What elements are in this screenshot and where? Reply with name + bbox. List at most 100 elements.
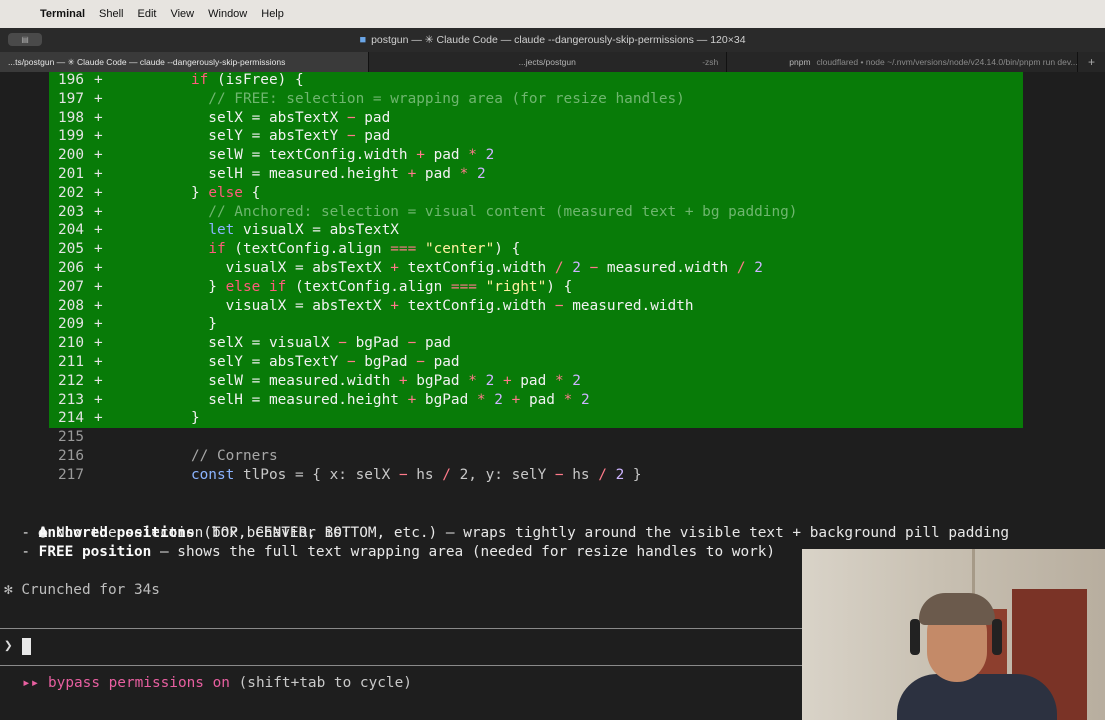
tab-zsh[interactable]: ...jects/postgun -zsh xyxy=(369,52,728,72)
diff-marker: + xyxy=(94,109,103,126)
diff-marker: + xyxy=(94,147,103,164)
window-title: postgun — ✳ Claude Code — claude --dange… xyxy=(371,34,746,46)
line-number: 210 xyxy=(58,335,84,352)
line-number: 200 xyxy=(58,147,84,164)
line-number: 211 xyxy=(58,354,84,370)
message-item: - FREE position — shows the full text wr… xyxy=(4,544,776,560)
diff-marker: + xyxy=(94,297,103,314)
code-text: visualX = absTextX + textConfig.width − … xyxy=(139,297,694,314)
diff-marker: + xyxy=(94,335,103,352)
menu-shell[interactable]: Shell xyxy=(99,8,123,20)
code-text: if (textConfig.align === "center") { xyxy=(208,241,521,258)
tab-process: cloudflared • node ~/.nvm/versions/node/… xyxy=(816,57,1078,67)
new-tab-button[interactable]: + xyxy=(1078,55,1105,69)
line-number: 199 xyxy=(58,128,84,145)
tab-label: ...ts/postgun — ✳ Claude Code — claude -… xyxy=(8,56,286,67)
line-number: 207 xyxy=(58,278,84,295)
diff-marker: + xyxy=(94,410,103,427)
bypass-label: bypass permissions on xyxy=(48,675,230,691)
diff-marker: + xyxy=(94,166,103,182)
tab-label: ...jects/postgun xyxy=(518,57,576,67)
code-text: } xyxy=(139,410,200,427)
tab-claude-code[interactable]: ...ts/postgun — ✳ Claude Code — claude -… xyxy=(0,52,369,72)
diff-marker: + xyxy=(94,222,103,239)
message-item: - Anchored positions (TOP, CENTER, BOTTO… xyxy=(4,525,1010,541)
line-number: 206 xyxy=(58,260,84,276)
code-text: // Corners xyxy=(139,448,278,464)
line-number: 203 xyxy=(58,203,84,220)
diff-marker: + xyxy=(94,90,103,107)
diff-marker: + xyxy=(94,278,103,295)
menu-edit[interactable]: Edit xyxy=(138,8,157,20)
tab-label: pnpm xyxy=(789,57,811,67)
code-text: if (isFree) { xyxy=(190,72,304,88)
headphone-icon xyxy=(992,619,1002,655)
diff-marker: + xyxy=(94,72,103,88)
code-text: let visualX = absTextX xyxy=(208,222,399,239)
line-number: 213 xyxy=(58,391,84,408)
code-text: selH = measured.height + pad * 2 xyxy=(139,166,486,182)
code-text: // FREE: selection = wrapping area (for … xyxy=(139,90,685,107)
line-number: 197 xyxy=(58,90,84,107)
code-text: selW = textConfig.width + pad * 2 xyxy=(139,147,495,164)
line-number: 204 xyxy=(58,222,84,239)
code-text: } xyxy=(139,316,217,333)
code-text: selY = absTextY − bgPad − pad xyxy=(139,354,460,370)
tab-process: -zsh xyxy=(702,57,719,67)
line-number: 208 xyxy=(58,297,84,314)
message-item-text: — shows the full text wrapping area (nee… xyxy=(151,544,776,560)
line-number: 216 xyxy=(58,448,84,464)
webcam-overlay xyxy=(802,549,1105,720)
headphone-icon xyxy=(910,619,920,655)
menu-window[interactable]: Window xyxy=(208,8,247,20)
line-number: 214 xyxy=(58,410,84,427)
code-text: selW = measured.width + bgPad * 2 + pad … xyxy=(139,372,581,389)
code-text: // Anchored: selection = visual content … xyxy=(139,203,798,220)
code-text: const tlPos = { x: selX − hs / 2, y: sel… xyxy=(190,466,642,483)
line-number: 215 xyxy=(58,429,84,446)
person-body xyxy=(897,674,1057,720)
message-item-text: (TOP, CENTER, BOTTOM, etc.) — wraps tigh… xyxy=(194,525,1010,541)
sidebar-toggle-button[interactable]: ▤ xyxy=(8,33,42,46)
cycle-hint: (shift+tab to cycle) xyxy=(229,675,412,691)
line-number: 202 xyxy=(58,184,84,201)
cap xyxy=(919,593,995,625)
diff-marker: + xyxy=(94,260,103,276)
menu-app-terminal[interactable]: Terminal xyxy=(40,8,85,20)
diff-marker: + xyxy=(94,316,103,333)
line-number: 205 xyxy=(58,241,84,258)
line-number: 201 xyxy=(58,166,84,182)
line-number: 196 xyxy=(58,72,84,88)
code-text: selX = visualX − bgPad − pad xyxy=(139,335,451,352)
prompt-icon: ❯ xyxy=(4,638,13,654)
code-text: selH = measured.height + bgPad * 2 + pad… xyxy=(139,391,590,408)
diff-marker: + xyxy=(94,184,103,201)
permission-mode-status[interactable]: ▸▸ bypass permissions on (shift+tab to c… xyxy=(22,675,412,691)
line-number: 198 xyxy=(58,109,84,126)
menu-help[interactable]: Help xyxy=(261,8,284,20)
folder-icon: ■ xyxy=(359,34,367,46)
line-number: 209 xyxy=(58,316,84,333)
tab-bar: ...ts/postgun — ✳ Claude Code — claude -… xyxy=(0,52,1105,72)
code-text: visualX = absTextX + textConfig.width / … xyxy=(139,260,763,276)
code-text: selY = absTextY − pad xyxy=(139,128,391,145)
fast-forward-icon: ▸▸ xyxy=(22,675,40,691)
diff-marker: + xyxy=(94,241,103,258)
diff-marker: + xyxy=(94,128,103,145)
diff-marker: + xyxy=(94,203,103,220)
tab-pnpm[interactable]: pnpm cloudflared • node ~/.nvm/versions/… xyxy=(727,52,1078,72)
crunch-status: ✻ Crunched for 34s xyxy=(4,582,160,598)
menu-view[interactable]: View xyxy=(170,8,194,20)
diff-marker: + xyxy=(94,354,103,370)
code-text: selX = absTextX − pad xyxy=(139,109,391,126)
message-item-title: Anchored positions xyxy=(38,525,195,541)
menu-bar: Terminal Shell Edit View Window Help xyxy=(0,0,1105,28)
line-number: 217 xyxy=(58,466,84,483)
diff-marker: + xyxy=(94,372,103,389)
diff-marker: + xyxy=(94,391,103,408)
code-text: } else if (textConfig.align === "right")… xyxy=(139,278,573,295)
text-cursor[interactable] xyxy=(22,638,31,655)
line-number: 212 xyxy=(58,372,84,389)
window-title-bar: ▤ ■ postgun — ✳ Claude Code — claude --d… xyxy=(0,28,1105,53)
message-item-title: FREE position xyxy=(38,544,152,560)
